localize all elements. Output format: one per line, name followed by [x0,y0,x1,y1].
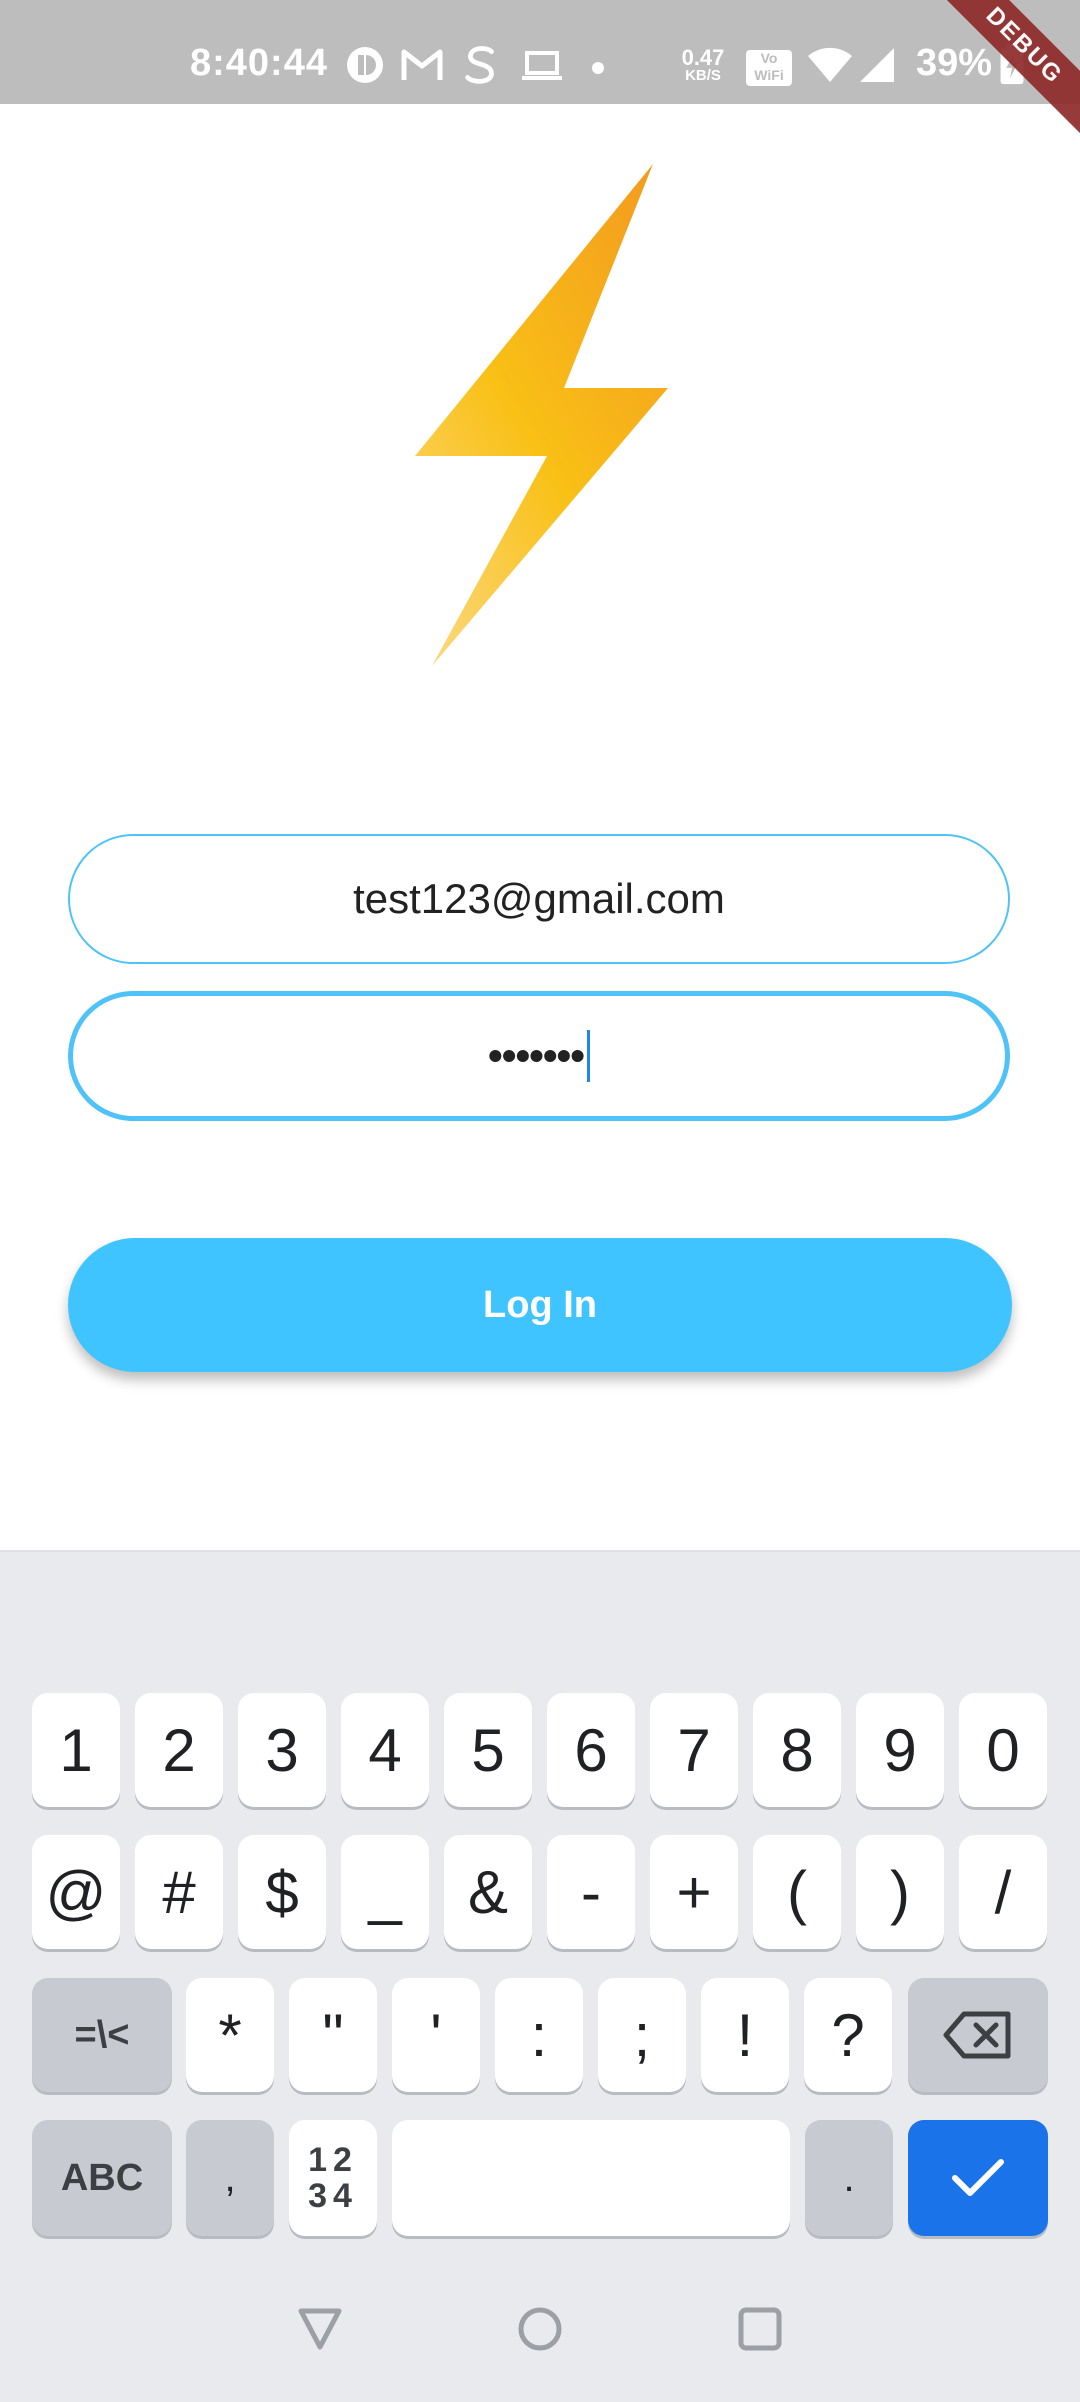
keyboard [0,1550,1080,2402]
password-masked-value: ••••••• [488,1032,585,1079]
key-space[interactable] [392,2120,790,2236]
key-close-paren[interactable]: ) [856,1835,944,1949]
numpad-top-text: 12 [308,2141,358,2179]
key-dollar[interactable]: $ [238,1835,326,1949]
battery-percent: 39% [916,42,993,84]
lightning-bolt-icon [415,164,668,666]
vowifi-icon: Vo WiFi [746,50,792,86]
key-7[interactable]: 7 [650,1693,738,1807]
app-notification-icon [347,47,383,83]
key-2[interactable]: 2 [135,1693,223,1807]
key-minus[interactable]: - [547,1835,635,1949]
key-colon[interactable]: : [495,1978,583,2092]
backspace-icon [943,2011,1011,2059]
key-1[interactable]: 1 [32,1693,120,1807]
status-time: 8:40:44 [190,42,328,84]
login-button[interactable]: Log In [68,1238,1012,1372]
key-hash[interactable]: # [135,1835,223,1949]
key-numpad[interactable]: 12 34 [289,2120,377,2236]
text-cursor [586,1030,590,1082]
gmail-icon [401,49,443,80]
key-9[interactable]: 9 [856,1693,944,1807]
skype-icon [465,46,494,84]
key-semicolon[interactable]: ; [598,1978,686,2092]
key-backspace[interactable] [908,1978,1048,2092]
network-speed: 0.47 KB/S [678,47,728,84]
square-recents-icon[interactable] [736,2305,784,2353]
wifi-icon [808,47,852,82]
key-abc[interactable]: ABC [32,2120,172,2236]
key-5[interactable]: 5 [444,1693,532,1807]
key-single-quote[interactable]: ' [392,1978,480,2092]
vowifi-top-text: Vo [760,50,778,66]
key-period[interactable]: . [805,2120,893,2236]
key-symbols-mode[interactable]: =\< [32,1978,172,2092]
key-ampersand[interactable]: & [444,1835,532,1949]
email-value: test123@gmail.com [353,875,725,922]
key-0[interactable]: 0 [959,1693,1047,1807]
numpad-bottom-text: 34 [308,2177,358,2215]
key-open-paren[interactable]: ( [753,1835,841,1949]
email-field[interactable]: test123@gmail.com [68,834,1010,964]
key-exclamation[interactable]: ! [701,1978,789,2092]
key-plus[interactable]: + [650,1835,738,1949]
checkmark-icon [952,2159,1004,2196]
key-question[interactable]: ? [804,1978,892,2092]
key-slash[interactable]: / [959,1835,1047,1949]
key-8[interactable]: 8 [753,1693,841,1807]
key-3[interactable]: 3 [238,1693,326,1807]
more-notifications-dot [592,62,604,74]
vowifi-bottom-text: WiFi [754,67,784,83]
key-underscore[interactable]: _ [341,1835,429,1949]
laptop-icon [522,51,562,80]
key-at[interactable]: @ [32,1835,120,1949]
key-4[interactable]: 4 [341,1693,429,1807]
key-asterisk[interactable]: * [186,1978,274,2092]
key-double-quote[interactable]: " [289,1978,377,2092]
key-6[interactable]: 6 [547,1693,635,1807]
cellular-signal-icon [860,48,894,82]
key-comma[interactable]: , [186,2120,274,2236]
key-enter[interactable] [908,2120,1048,2236]
circle-home-icon[interactable] [516,2305,564,2353]
network-speed-unit: KB/S [685,67,721,84]
status-bar: 8:40:44 0.47 KB/S Vo WiFi 39% [0,0,1080,104]
password-field[interactable]: ••••••• [68,991,1010,1121]
triangle-back-icon[interactable] [296,2305,344,2353]
